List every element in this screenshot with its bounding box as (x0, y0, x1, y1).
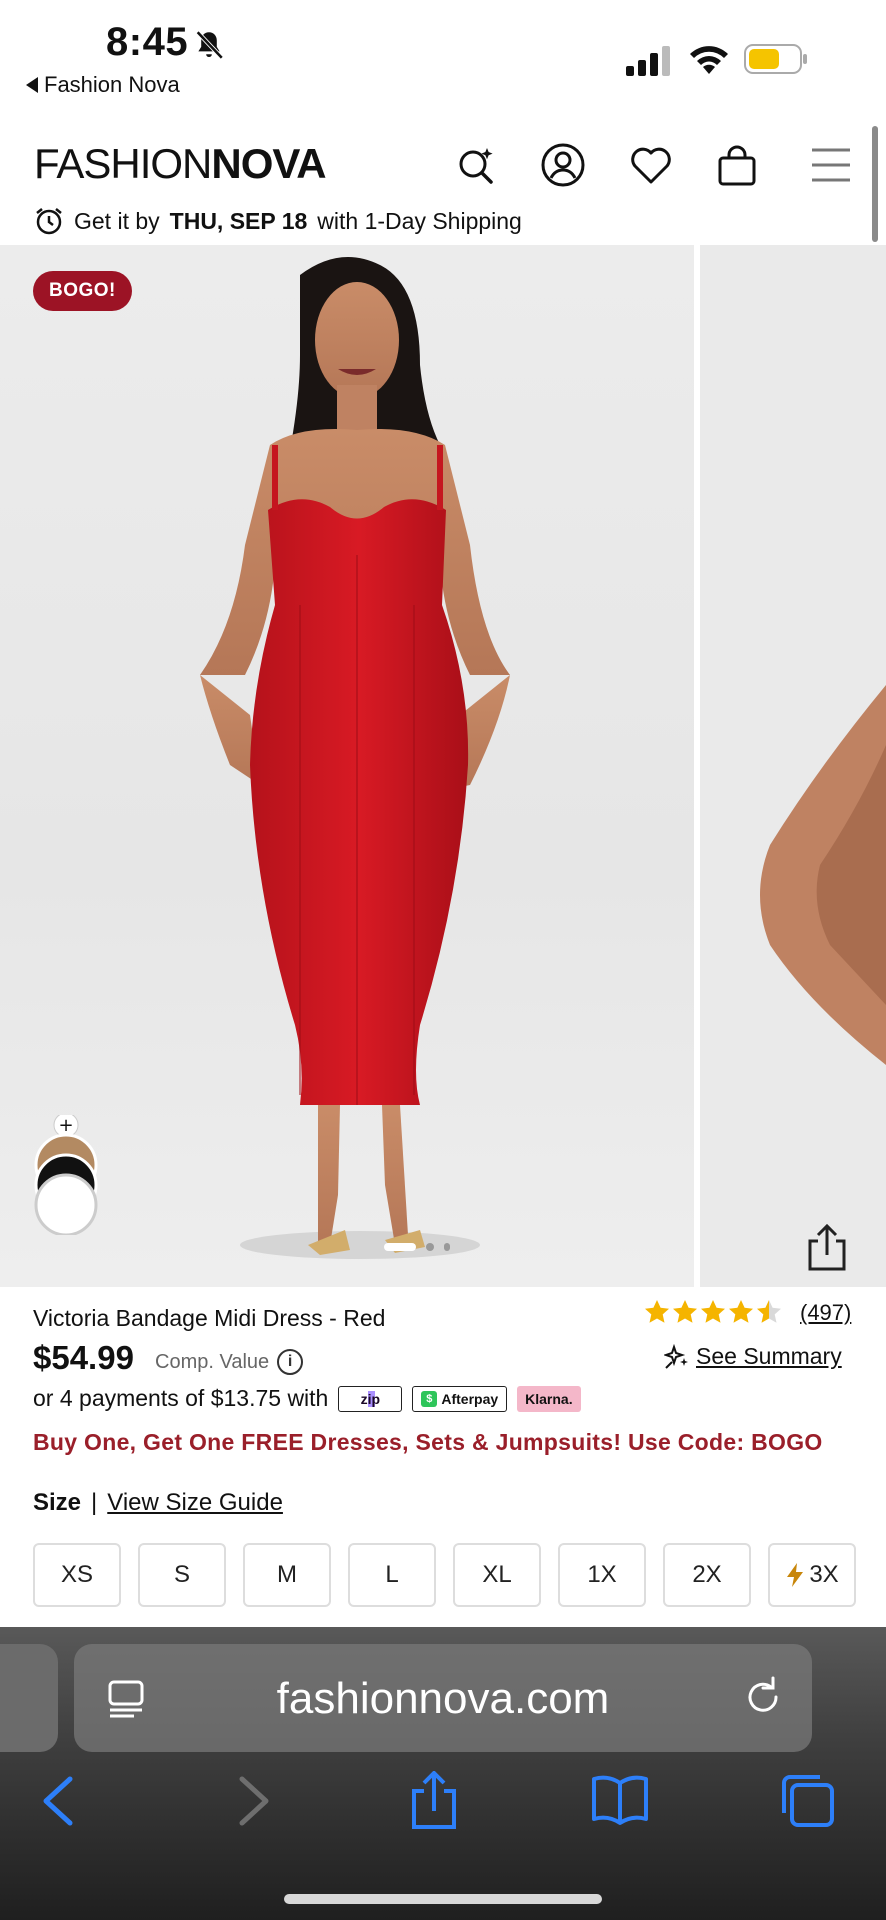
pagination-dot[interactable] (426, 1243, 434, 1251)
size-option-l[interactable]: L (348, 1543, 436, 1607)
logo-text-light: FASHION (34, 140, 212, 187)
info-icon[interactable]: i (277, 1349, 304, 1375)
back-arrow-icon (26, 77, 38, 93)
site-header: FASHIONNOVA Get it by THU, SEP 18 with 1… (0, 120, 886, 245)
status-time: 8:45 (106, 20, 189, 64)
model-arm-image (760, 685, 886, 1065)
ai-search-icon[interactable] (454, 142, 500, 188)
pagination-dot[interactable] (444, 1243, 450, 1251)
size-guide-link[interactable]: View Size Guide (107, 1489, 283, 1517)
shipping-date: THU, SEP 18 (169, 207, 308, 234)
url-text[interactable]: fashionnova.com (74, 1674, 812, 1724)
product-name: Victoria Bandage Midi Dress - Red (33, 1305, 386, 1331)
gallery-pagination[interactable] (384, 1243, 450, 1251)
battery-icon (744, 44, 807, 74)
shipping-banner: Get it by THU, SEP 18 with 1-Day Shippin… (34, 206, 522, 236)
comp-value: Comp. Value i (155, 1349, 304, 1375)
payments-text: or 4 payments of $13.75 with (33, 1385, 329, 1411)
logo-text-bold: NOVA (211, 140, 326, 187)
model-red-dress-image (200, 257, 510, 1259)
color-swatches[interactable]: + (34, 1115, 98, 1235)
bell-muted-icon (196, 30, 224, 60)
pagination-dot-active[interactable] (384, 1243, 416, 1251)
share-sheet-icon[interactable] (404, 1771, 464, 1831)
size-label: Size (33, 1489, 82, 1516)
size-option-m[interactable]: M (243, 1543, 331, 1607)
size-option-3x-label: 3X (809, 1561, 839, 1588)
shipping-prefix: Get it by (74, 207, 160, 234)
lightning-icon (787, 1563, 804, 1587)
afterpay-dollar-icon: $ (421, 1390, 438, 1407)
bookmarks-icon[interactable] (590, 1771, 650, 1831)
size-option-xl[interactable]: XL (453, 1543, 541, 1607)
size-divider: | (91, 1489, 98, 1516)
product-gallery[interactable]: BOGO! + (0, 245, 886, 1287)
size-header: Size | View Size Guide (33, 1489, 283, 1517)
reload-icon[interactable] (740, 1674, 786, 1720)
status-bar: 8:45 Fashion Nova (0, 0, 886, 120)
product-image-next[interactable] (700, 245, 886, 1287)
wifi-icon (690, 46, 728, 74)
product-image-main[interactable] (0, 245, 694, 1287)
tabs-icon[interactable] (778, 1771, 838, 1831)
address-bar[interactable]: fashionnova.com (74, 1644, 812, 1752)
browser-toolbar: fashionnova.com (0, 1627, 886, 1920)
alarm-clock-icon (36, 208, 62, 235)
wishlist-heart-icon[interactable] (628, 142, 674, 188)
review-count[interactable]: (497) (800, 1300, 851, 1326)
afterpay-badge[interactable]: $ Afterpay (412, 1385, 508, 1412)
share-icon[interactable] (804, 1223, 850, 1273)
cellular-signal-icon (626, 46, 670, 76)
klarna-badge[interactable]: Klarna. (517, 1385, 581, 1412)
back-nav-icon[interactable] (30, 1771, 90, 1831)
afterpay-label: Afterpay (441, 1390, 499, 1407)
forward-nav-icon[interactable] (222, 1771, 282, 1831)
product-price: $54.99 (33, 1339, 134, 1376)
see-summary-label: See Summary (696, 1343, 842, 1369)
product-rating[interactable]: (497) (644, 1299, 851, 1327)
see-summary-link[interactable]: See Summary (664, 1343, 842, 1370)
comp-value-label: Comp. Value (155, 1350, 270, 1373)
previous-tab-preview[interactable] (0, 1644, 58, 1752)
bogo-badge: BOGO! (33, 271, 132, 311)
star-rating-icon (645, 1300, 781, 1323)
size-option-xs[interactable]: XS (33, 1543, 121, 1607)
account-icon[interactable] (540, 142, 586, 188)
shopping-bag-icon[interactable] (714, 142, 760, 188)
size-selector: XS S M L XL 1X 2X 3X (33, 1543, 856, 1607)
menu-hamburger-icon[interactable] (808, 142, 854, 188)
bogo-promo-text: Buy One, Get One FREE Dresses, Sets & Ju… (33, 1429, 823, 1455)
product-info: Victoria Bandage Midi Dress - Red (497) … (0, 1287, 886, 1627)
swatch-more-icon: + (58, 1115, 73, 1136)
back-to-app[interactable]: Fashion Nova (26, 72, 180, 98)
size-option-3x[interactable]: 3X (768, 1543, 856, 1607)
installment-payments: or 4 payments of $13.75 with zip $ After… (33, 1385, 581, 1412)
home-indicator[interactable] (284, 1894, 602, 1904)
back-app-label: Fashion Nova (44, 72, 180, 97)
zip-pay-badge[interactable]: zip (338, 1385, 403, 1412)
shipping-suffix: with 1-Day Shipping (317, 207, 522, 234)
sparkle-icon (664, 1343, 688, 1369)
size-option-s[interactable]: S (138, 1543, 226, 1607)
zip-label: zip (358, 1390, 383, 1407)
klarna-label: Klarna. (525, 1390, 573, 1407)
page-scrollbar[interactable] (872, 126, 878, 242)
fashion-nova-logo[interactable]: FASHIONNOVA (34, 140, 327, 188)
size-option-2x[interactable]: 2X (663, 1543, 751, 1607)
size-option-1x[interactable]: 1X (558, 1543, 646, 1607)
